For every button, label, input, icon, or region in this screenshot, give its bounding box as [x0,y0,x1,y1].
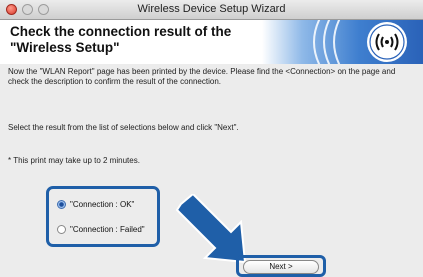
page-heading: Check the connection result of the "Wire… [10,24,232,55]
option-label: "Connection : Failed" [70,225,145,234]
intro-text: Now the "WLAN Report" page has been prin… [8,67,396,86]
next-button-highlight: Next > [236,255,326,277]
radio-button-selected[interactable] [57,200,66,209]
note-text: * This print may take up to 2 minutes. [8,156,140,165]
result-options-box: "Connection : OK" "Connection : Failed" [46,186,160,247]
option-label: "Connection : OK" [70,200,135,209]
wireless-signal-icon [313,20,407,64]
radio-button[interactable] [57,225,66,234]
option-connection-failed[interactable]: "Connection : Failed" [57,225,145,234]
header-banner: Check the connection result of the "Wire… [0,20,423,64]
instruction-text: Select the result from the list of selec… [8,123,239,132]
wizard-window: Wireless Device Setup Wizard Check the c… [0,0,423,277]
title-bar: Wireless Device Setup Wizard [0,0,423,20]
window-title: Wireless Device Setup Wizard [137,3,286,15]
option-connection-ok[interactable]: "Connection : OK" [57,200,134,209]
next-button[interactable]: Next > [243,260,319,274]
